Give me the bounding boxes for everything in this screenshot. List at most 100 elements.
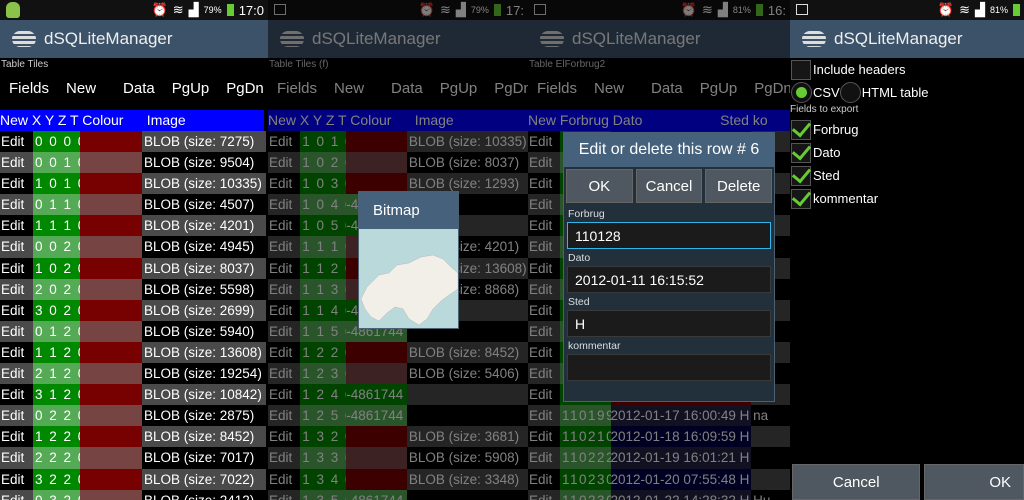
edit-link[interactable]: Edit [268,299,301,321]
data-button[interactable]: Data [642,80,683,104]
edit-link[interactable]: Edit [268,341,301,364]
cancel-button[interactable]: Cancel [792,464,921,500]
edit-link[interactable]: Edit [528,405,561,427]
cell-image: BLOB (size: 8037) [142,257,266,279]
edit-link[interactable]: Edit [0,320,33,342]
cell-colour [80,173,142,195]
edit-link[interactable]: Edit [0,194,33,216]
clock: 17: [505,2,524,18]
data-button[interactable]: Data [114,80,155,104]
wifi-icon: ≋ [959,2,970,17]
edit-link[interactable]: Edit [528,257,561,279]
edit-link[interactable]: Edit [528,299,561,321]
cell-image: BLOB (size: 4201) [142,215,266,237]
edit-link[interactable]: Edit [528,489,561,500]
edit-link[interactable]: Edit [268,215,301,237]
edit-link[interactable]: Edit [528,320,561,342]
edit-link[interactable]: Edit [0,152,33,174]
ok-button[interactable]: OK [566,169,633,203]
edit-link[interactable]: Edit [0,363,33,385]
export-field-checkbox[interactable]: kommentar [790,187,1024,210]
edit-link[interactable]: Edit [528,152,561,174]
edit-link[interactable]: Edit [268,320,301,342]
new-button[interactable]: New [585,80,624,104]
edit-link[interactable]: Edit [528,384,561,406]
edit-link[interactable]: Edit [268,447,301,469]
pgdn-button[interactable]: PgDn [745,80,790,104]
new-button[interactable]: New [57,80,96,104]
edit-link[interactable]: Edit [268,363,301,385]
edit-link[interactable]: Edit [528,194,561,216]
edit-link[interactable]: Edit [528,426,561,448]
edit-link[interactable]: Edit [268,236,301,258]
edit-link[interactable]: Edit [268,278,301,300]
edit-link[interactable]: Edit [0,384,33,406]
include-headers-checkbox[interactable]: Include headers [790,58,1024,81]
edit-link[interactable]: Edit [0,341,33,364]
export-field-checkbox[interactable]: Sted [790,164,1024,187]
dato-input[interactable]: 2012-01-11 16:15:52 [567,266,771,293]
ok-button[interactable]: OK [924,464,1024,500]
edit-link[interactable]: Edit [268,468,301,490]
pgdn-button[interactable]: PgDn [485,80,528,104]
field-label: Dato [813,145,841,160]
data-button[interactable]: Data [382,80,423,104]
edit-link[interactable]: Edit [0,426,33,448]
edit-link[interactable]: Edit [528,215,561,237]
csv-radio[interactable] [791,82,812,103]
edit-link[interactable]: Edit [0,257,33,279]
html-table-radio[interactable] [839,82,861,103]
edit-link[interactable]: Edit [268,384,301,406]
fields-button[interactable]: Fields [0,80,49,104]
forbrug-input[interactable]: 110128 [567,222,771,249]
sted-input[interactable]: H [567,310,771,337]
edit-link[interactable]: Edit [528,468,561,490]
field-label: Sted [813,168,840,183]
cancel-button[interactable]: Cancel [635,169,703,203]
app-titlebar: dSQLiteManager [268,20,528,58]
edit-link[interactable]: Edit [0,215,33,237]
new-button[interactable]: New [325,80,364,104]
pgup-button[interactable]: PgUp [163,80,210,104]
edit-link[interactable]: Edit [528,236,561,258]
dialog-title: Edit or delete this row # 6 [564,133,774,167]
edit-row-dialog: Edit or delete this row # 6 OK Cancel De… [563,132,775,402]
edit-link[interactable]: Edit [268,426,301,448]
table-row: Edit0 1 2 0 BLOB (size: 5940) [0,320,268,342]
edit-link[interactable]: Edit [268,173,301,195]
edit-link[interactable]: Edit [528,447,561,469]
edit-link[interactable]: Edit [0,278,33,300]
edit-link[interactable]: Edit [268,489,301,500]
pgup-button[interactable]: PgUp [691,80,738,104]
edit-link[interactable]: Edit [268,131,301,153]
edit-link[interactable]: Edit [528,173,561,195]
pgdn-button[interactable]: PgDn [217,80,264,104]
edit-link[interactable]: Edit [268,257,301,279]
export-field-checkbox[interactable]: Forbrug [790,118,1024,141]
fields-button[interactable]: Fields [528,80,577,104]
edit-link[interactable]: Edit [0,236,33,258]
edit-link[interactable]: Edit [268,405,301,427]
edit-link[interactable]: Edit [0,131,33,153]
cell-key: 110199 [560,405,611,427]
pgup-button[interactable]: PgUp [431,80,478,104]
edit-link[interactable]: Edit [0,447,33,469]
cell-colour [80,152,142,174]
edit-link[interactable]: Edit [528,278,561,300]
delete-button[interactable]: Delete [705,169,773,203]
cell-key: 0 1 2 0 [33,320,80,342]
fields-button[interactable]: Fields [268,80,317,104]
edit-link[interactable]: Edit [528,131,561,153]
edit-link[interactable]: Edit [0,468,33,490]
cell-colour: 2012-01-20 07:55:48 H [610,468,752,490]
edit-link[interactable]: Edit [0,299,33,321]
edit-link[interactable]: Edit [528,363,561,385]
edit-link[interactable]: Edit [0,489,33,500]
edit-link[interactable]: Edit [528,341,561,364]
kommentar-input[interactable] [567,354,771,381]
edit-link[interactable]: Edit [0,405,33,427]
edit-link[interactable]: Edit [268,152,301,174]
edit-link[interactable]: Edit [268,194,301,216]
export-field-checkbox[interactable]: Dato [790,141,1024,164]
edit-link[interactable]: Edit [0,173,33,195]
